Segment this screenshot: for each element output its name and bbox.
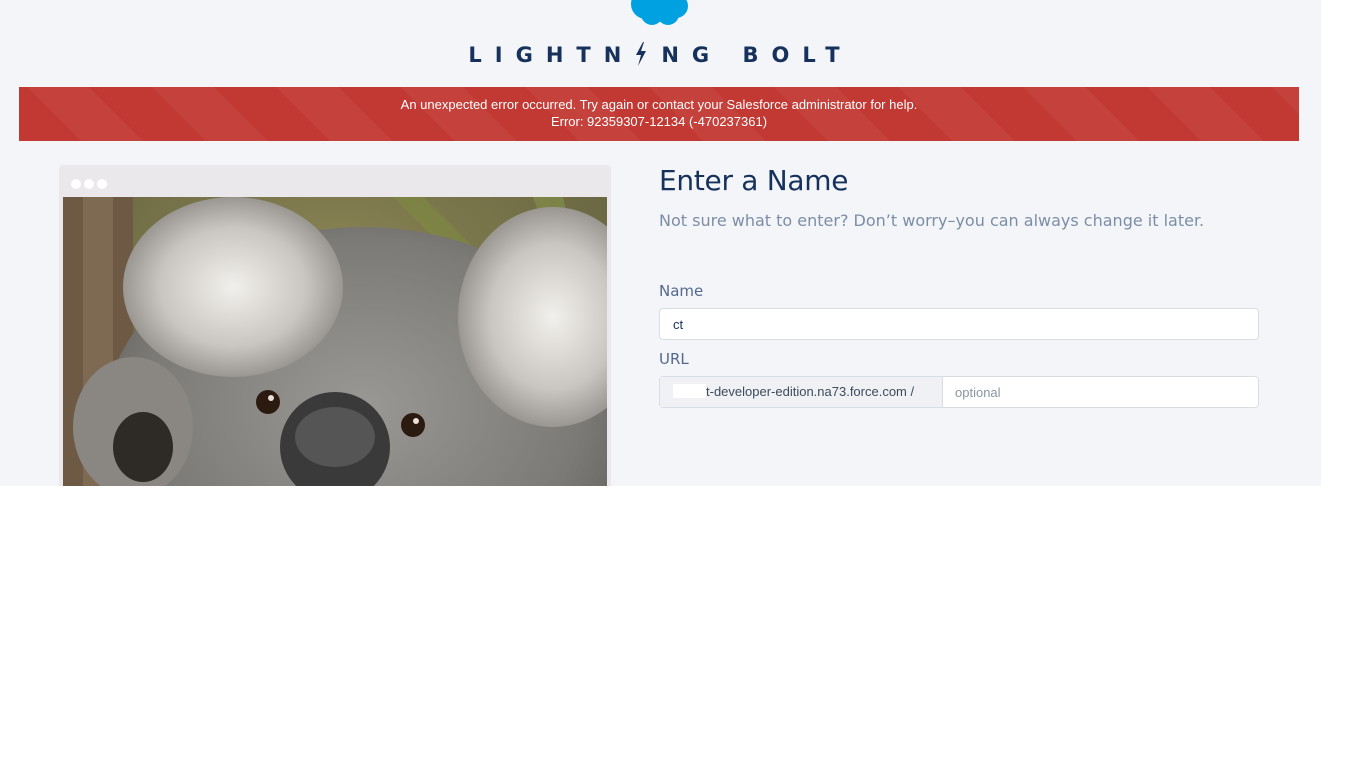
window-dot <box>97 179 107 189</box>
name-input[interactable] <box>659 308 1259 340</box>
salesforce-logo: salesforce <box>624 0 694 26</box>
app-background: salesforce LIGHTN NG BOLT An unexpected e… <box>0 0 1321 486</box>
error-message: An unexpected error occurred. Try again … <box>400 97 918 112</box>
window-dot <box>84 179 94 189</box>
page-subtitle: Not sure what to enter? Don’t worry–you … <box>659 211 1205 230</box>
url-prefix-text: t-developer-edition.na73.force.com / <box>706 384 915 399</box>
brand-title-part2: NG BOLT <box>661 43 853 67</box>
url-prefix: t-developer-edition.na73.force.com / <box>660 377 943 407</box>
url-field-group: t-developer-edition.na73.force.com / <box>659 376 1259 408</box>
window-dot <box>71 179 81 189</box>
brand-title-part1: LIGHTN <box>468 43 635 67</box>
lightning-bolt-icon <box>636 42 647 66</box>
app-preview-card <box>59 165 611 486</box>
redacted-block <box>673 384 706 398</box>
window-dots-icon <box>71 176 110 194</box>
page-title: Enter a Name <box>659 164 849 197</box>
brand-title: LIGHTN NG BOLT <box>0 42 1321 67</box>
url-label: URL <box>659 350 689 368</box>
url-input[interactable] <box>943 377 1258 407</box>
name-label: Name <box>659 282 704 300</box>
error-banner: An unexpected error occurred. Try again … <box>19 87 1299 141</box>
error-code: Error: 92359307-12134 (-470237361) <box>550 114 768 129</box>
koala-photo <box>63 197 607 486</box>
